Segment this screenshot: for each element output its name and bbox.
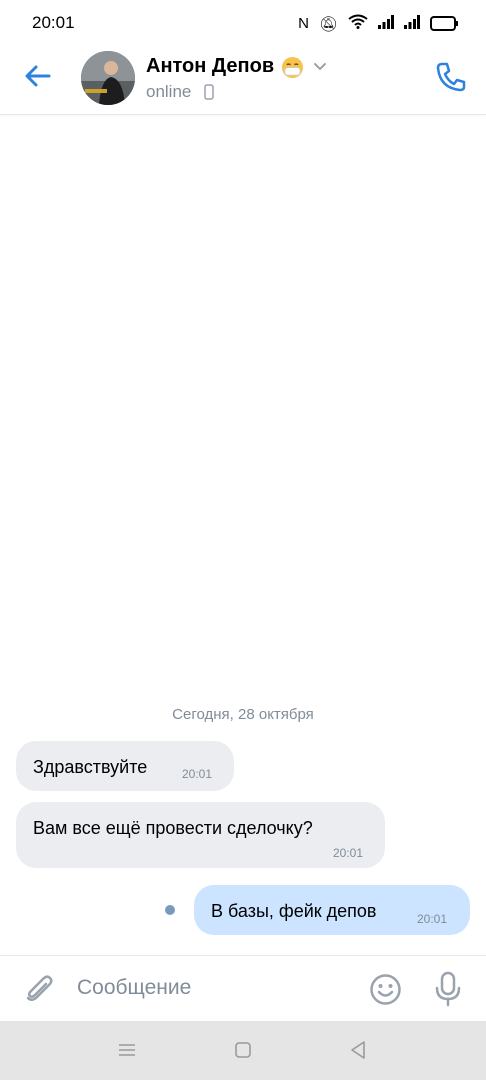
chat-header: Антон Депов online bbox=[0, 46, 486, 115]
wifi-icon bbox=[348, 14, 368, 33]
message-input[interactable]: Сообщение bbox=[77, 976, 191, 1000]
message-time: 20:01 bbox=[333, 846, 364, 860]
mobile-online-icon bbox=[204, 84, 214, 100]
microphone-icon[interactable] bbox=[432, 971, 464, 1007]
status-bar: 20:01 N 🔕︎ bbox=[0, 0, 486, 46]
system-nav-bar bbox=[0, 1021, 486, 1080]
message-text: Вам все ещё провести сделочку? bbox=[33, 818, 313, 838]
message-text: Здравствуйте bbox=[33, 757, 148, 777]
contact-status: online bbox=[146, 82, 192, 101]
signal-icon-2 bbox=[404, 14, 420, 33]
menu-icon[interactable] bbox=[116, 1039, 138, 1061]
mute-icon: 🔕︎ bbox=[318, 15, 338, 33]
back-icon[interactable] bbox=[347, 1039, 369, 1061]
contact-name[interactable]: Антон Депов bbox=[146, 55, 274, 78]
mask-emoji-icon bbox=[281, 56, 304, 79]
message-composer: Сообщение bbox=[0, 955, 486, 1022]
status-icons: N 🔕︎ bbox=[298, 14, 458, 33]
call-icon[interactable] bbox=[434, 60, 468, 94]
nfc-icon: N bbox=[298, 15, 309, 32]
signal-icon bbox=[378, 14, 394, 33]
back-arrow-icon[interactable] bbox=[22, 60, 54, 92]
date-divider: Сегодня, 28 октября bbox=[172, 706, 314, 723]
home-icon[interactable] bbox=[232, 1039, 254, 1061]
battery-icon bbox=[430, 16, 458, 31]
message-bubble-incoming[interactable]: Здравствуйте 20:01 bbox=[16, 741, 234, 791]
message-text: В базы, фейк депов bbox=[211, 901, 377, 921]
status-time: 20:01 bbox=[32, 13, 75, 32]
message-time: 20:01 bbox=[182, 767, 213, 781]
message-bubble-incoming[interactable]: Вам все ещё провести сделочку? 20:01 bbox=[16, 802, 385, 868]
paperclip-icon[interactable] bbox=[22, 972, 56, 1006]
message-bubble-outgoing[interactable]: В базы, фейк депов 20:01 bbox=[194, 885, 470, 935]
avatar[interactable] bbox=[81, 51, 135, 105]
emoji-icon[interactable] bbox=[369, 973, 402, 1006]
message-time: 20:01 bbox=[417, 912, 448, 926]
chevron-down-icon[interactable] bbox=[313, 62, 327, 72]
unread-indicator bbox=[165, 905, 175, 915]
